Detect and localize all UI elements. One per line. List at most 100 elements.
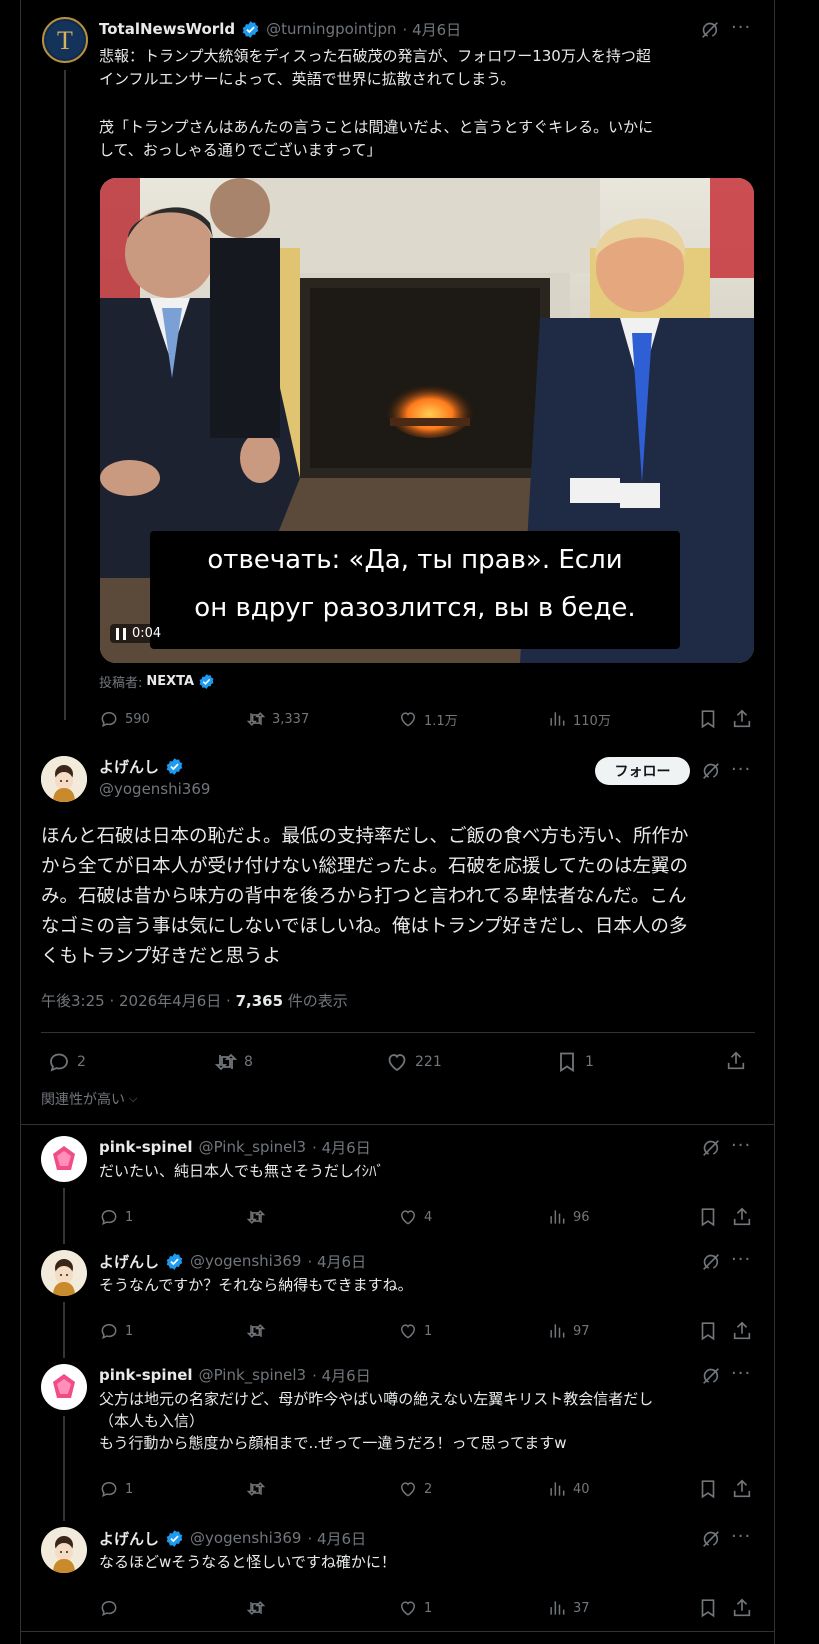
share-icon[interactable]: [731, 708, 755, 732]
like-icon: [398, 1207, 418, 1227]
bookmark-icon[interactable]: [697, 1478, 721, 1502]
pink-gem-avatar-icon: [41, 1136, 87, 1182]
more-options-icon[interactable]: ···: [731, 1527, 751, 1547]
like-icon: [398, 1321, 418, 1341]
bookmark-icon[interactable]: [697, 708, 721, 732]
like-count: 2: [424, 1481, 433, 1497]
author-handle[interactable]: @yogenshi369: [190, 1529, 301, 1547]
posted-by-name[interactable]: NEXTA: [146, 674, 194, 689]
posted-by-label: 投稿者:: [99, 676, 143, 691]
repost-icon: [246, 1207, 266, 1227]
samurai-avatar-icon: [41, 1250, 87, 1296]
reply-button[interactable]: 1: [99, 1321, 133, 1341]
author-handle[interactable]: @yogenshi369: [99, 780, 210, 798]
pause-icon[interactable]: [116, 627, 126, 640]
tweet-timestamp[interactable]: 午後3:25 · 2026年4月6日 ·: [41, 992, 236, 1010]
more-options-icon[interactable]: ···: [731, 1250, 751, 1270]
tweet-text-line: 茂「トランプさんはあんたの言うことは間違いだよ、と言うとすぐキレる。いかに: [99, 118, 654, 136]
author-name[interactable]: よげんし: [99, 1251, 159, 1272]
reply-button[interactable]: 590: [99, 709, 150, 729]
repost-icon: [246, 1598, 266, 1618]
views-count: 37: [573, 1600, 590, 1616]
relevance-sort-dropdown[interactable]: 関連性が高い ⌵: [41, 1089, 137, 1109]
reply-icon: [99, 1598, 119, 1618]
reply-count: 590: [125, 711, 150, 727]
totalnewsworld-avatar[interactable]: T: [42, 17, 88, 63]
share-icon[interactable]: [731, 1597, 755, 1621]
reply-avatar[interactable]: [41, 1250, 87, 1296]
author-handle[interactable]: @Pink_spinel3: [199, 1366, 307, 1384]
views-button[interactable]: 97: [547, 1321, 590, 1341]
yogenshi-avatar[interactable]: [41, 756, 87, 802]
grok-icon[interactable]: [699, 19, 723, 43]
grok-icon[interactable]: [700, 1528, 724, 1552]
bookmark-icon[interactable]: [697, 1206, 721, 1230]
repost-button[interactable]: [246, 1598, 272, 1618]
post-date[interactable]: · 4月6日: [307, 1251, 366, 1272]
repost-button[interactable]: [246, 1479, 272, 1499]
grok-icon[interactable]: [700, 1251, 724, 1275]
reply-avatar[interactable]: [41, 1527, 87, 1573]
author-handle[interactable]: @Pink_spinel3: [199, 1138, 307, 1156]
repost-button[interactable]: 3,337: [246, 709, 309, 729]
like-button[interactable]: 1: [398, 1321, 432, 1341]
more-options-icon[interactable]: ···: [731, 1136, 751, 1156]
views-button[interactable]: 37: [547, 1598, 590, 1618]
reply-avatar[interactable]: [41, 1364, 87, 1410]
author-handle[interactable]: @yogenshi369: [190, 1252, 301, 1270]
reply-avatar[interactable]: [41, 1136, 87, 1182]
like-count: 221: [415, 1054, 442, 1070]
post-date[interactable]: · 4月6日: [312, 1365, 371, 1386]
views-count: 40: [573, 1481, 590, 1497]
share-icon[interactable]: [731, 1320, 755, 1344]
post-date[interactable]: · 4月6日: [403, 19, 462, 40]
share-icon[interactable]: [731, 1478, 755, 1502]
bookmark-icon[interactable]: [697, 1597, 721, 1621]
author-handle[interactable]: @turningpointjpn: [266, 20, 396, 38]
bookmark-button[interactable]: 1: [555, 1050, 594, 1074]
video-player[interactable]: отвечать: «Да, ты прав». Если он вдруг р…: [100, 178, 754, 663]
repost-button[interactable]: 8: [214, 1050, 253, 1074]
grok-icon[interactable]: [700, 1365, 724, 1389]
like-button[interactable]: 1: [398, 1598, 432, 1618]
repost-button[interactable]: [246, 1207, 272, 1227]
grok-icon[interactable]: [700, 1137, 724, 1161]
more-options-icon[interactable]: ···: [731, 760, 751, 780]
follow-button[interactable]: フォロー: [595, 757, 690, 785]
repost-button[interactable]: [246, 1321, 272, 1341]
bookmark-icon[interactable]: [697, 1320, 721, 1344]
like-button[interactable]: 4: [398, 1207, 432, 1227]
reply-button[interactable]: 2: [47, 1050, 86, 1074]
author-name[interactable]: よげんし: [99, 756, 159, 777]
more-options-icon[interactable]: ···: [731, 1364, 751, 1384]
more-options-icon[interactable]: ···: [731, 18, 751, 38]
video-time: 0:04: [132, 626, 162, 641]
verified-badge-icon: [165, 1529, 184, 1548]
verified-badge-icon: [165, 1252, 184, 1271]
views-button[interactable]: 40: [547, 1479, 590, 1499]
author-name[interactable]: pink-spinel: [99, 1138, 193, 1156]
repost-icon: [246, 1321, 266, 1341]
repost-count: 3,337: [272, 711, 310, 727]
author-name[interactable]: TotalNewsWorld: [99, 20, 235, 38]
like-button[interactable]: 2: [398, 1479, 432, 1499]
reply-button[interactable]: [99, 1598, 125, 1618]
reply-button[interactable]: 1: [99, 1479, 133, 1499]
share-icon[interactable]: [731, 1206, 755, 1230]
author-name[interactable]: pink-spinel: [99, 1366, 193, 1384]
author-name[interactable]: よげんし: [99, 1528, 159, 1549]
share-icon[interactable]: [725, 1050, 749, 1074]
reply-button[interactable]: 1: [99, 1207, 133, 1227]
like-button[interactable]: 1.1万: [398, 709, 458, 729]
reply-icon: [99, 1479, 119, 1499]
like-count: 1: [424, 1323, 433, 1339]
divider: [21, 1631, 775, 1632]
grok-icon[interactable]: [700, 760, 724, 784]
like-button[interactable]: 221: [385, 1050, 442, 1074]
repost-icon: [246, 709, 266, 729]
post-date[interactable]: · 4月6日: [312, 1137, 371, 1158]
chevron-down-icon: ⌵: [129, 1092, 138, 1105]
views-button[interactable]: 110万: [547, 709, 611, 729]
views-button[interactable]: 96: [547, 1207, 590, 1227]
post-date[interactable]: · 4月6日: [307, 1528, 366, 1549]
